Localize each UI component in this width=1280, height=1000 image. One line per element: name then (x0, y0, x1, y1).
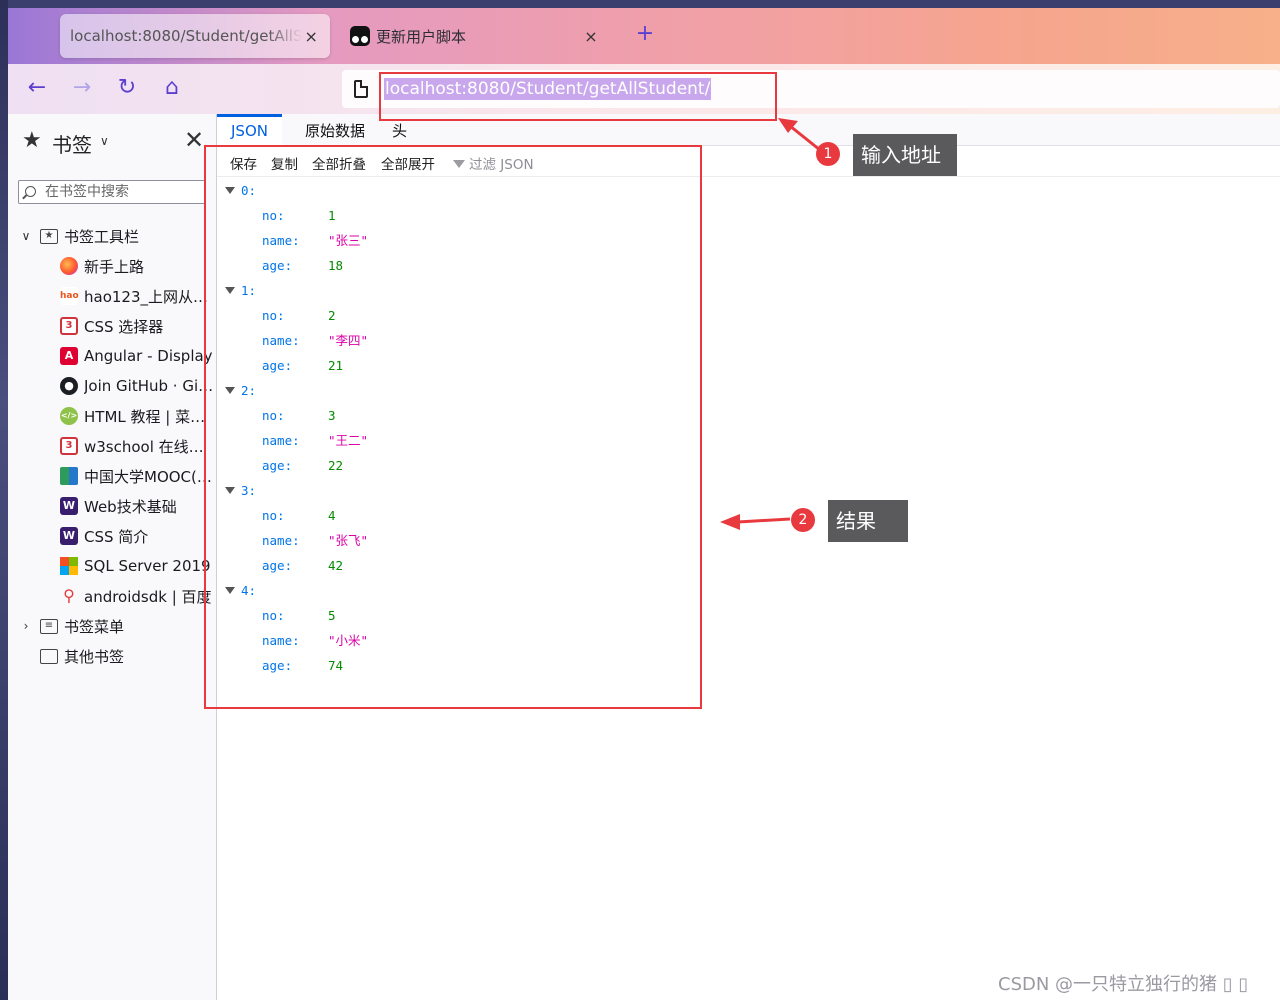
annotation-marker-2: 2 (791, 508, 815, 532)
annotation-arrow-line-address (789, 124, 821, 152)
annotation-label-address: 输入地址 (853, 134, 957, 176)
watermark: CSDN @一只特立独行的猪 ▯ ▯ (998, 974, 1249, 995)
annotation-label-result: 结果 (828, 500, 908, 542)
annotation-arrowhead-result (720, 514, 740, 530)
annotation-arrow-line-result (737, 517, 791, 524)
annotation-marker-1: 1 (816, 142, 840, 166)
annotation-arrows (720, 118, 821, 530)
